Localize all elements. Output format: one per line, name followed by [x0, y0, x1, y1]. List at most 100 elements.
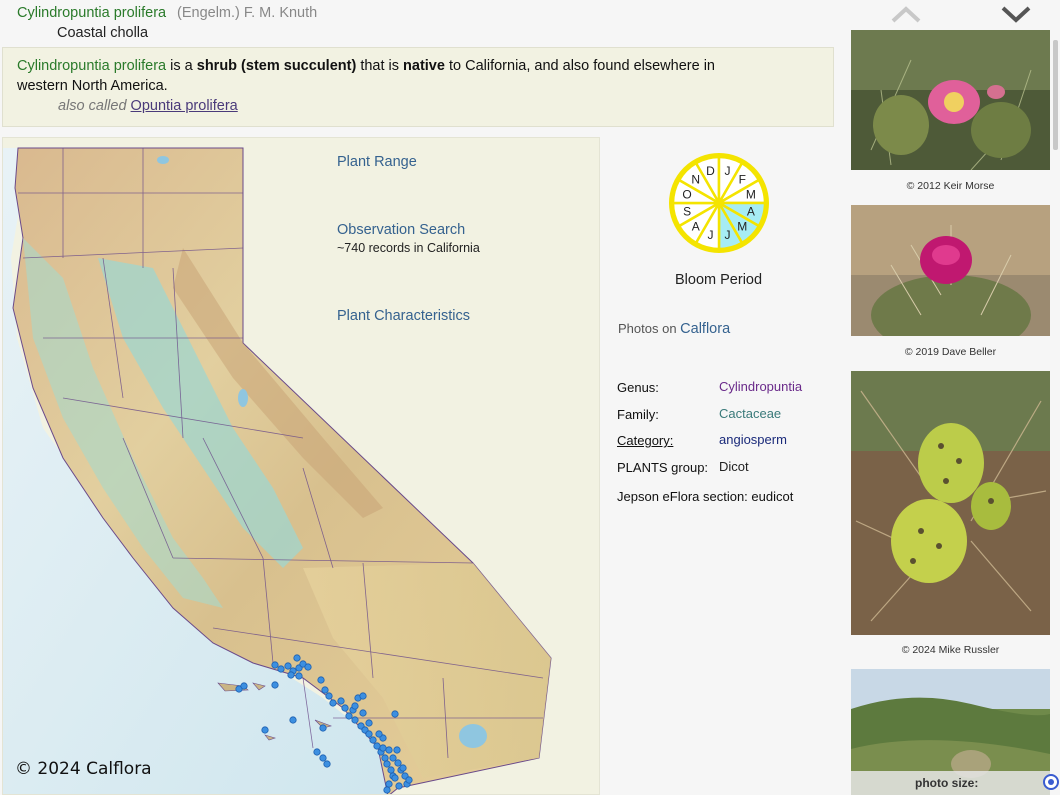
observation-dot[interactable]	[284, 662, 292, 670]
salton-sea	[459, 724, 487, 748]
photos-on-line: Photos on Calflora	[618, 321, 730, 337]
genus-link[interactable]: Cylindropuntia	[719, 379, 802, 394]
category-link[interactable]: angiosperm	[719, 432, 787, 447]
synonym-link[interactable]: Opuntia prolifera	[131, 98, 238, 114]
observation-dot[interactable]	[240, 682, 248, 690]
observation-dot[interactable]	[293, 654, 301, 662]
observation-dot[interactable]	[359, 709, 367, 717]
observation-dot[interactable]	[385, 746, 393, 754]
category-label[interactable]: Category:	[617, 433, 673, 448]
bloom-month-label: M	[746, 188, 756, 202]
observation-search-link[interactable]: Observation Search	[337, 222, 465, 238]
observation-dot[interactable]	[389, 754, 397, 762]
observation-dot[interactable]	[323, 760, 331, 768]
observation-dot[interactable]	[287, 671, 295, 679]
observation-dot[interactable]	[405, 776, 413, 784]
observation-dot[interactable]	[381, 754, 389, 762]
plants-group-label: PLANTS group:	[617, 460, 709, 475]
observation-dot[interactable]	[391, 710, 399, 718]
common-name: Coastal cholla	[57, 25, 149, 41]
photo-1[interactable]	[851, 30, 1050, 170]
observation-dot[interactable]	[337, 697, 345, 705]
photo-size-radio[interactable]	[1043, 774, 1059, 790]
photo-1-credit: © 2012 Keir Morse	[906, 180, 995, 192]
summary-status: native	[403, 58, 445, 74]
observation-dot[interactable]	[391, 774, 399, 782]
bloom-month-label: M	[737, 219, 747, 233]
bloom-month-label: S	[683, 205, 691, 219]
observation-dot[interactable]	[395, 782, 403, 790]
family-label: Family:	[617, 407, 659, 422]
lake-tahoe	[238, 389, 248, 407]
observation-dot[interactable]	[313, 748, 321, 756]
bloom-month-label: J	[725, 164, 731, 178]
authority: (Engelm.) F. M. Knuth	[177, 5, 318, 21]
jepson-value: eudicot	[751, 489, 794, 504]
observation-dot[interactable]	[319, 754, 327, 762]
photo-2-credit: © 2019 Dave Beller	[904, 346, 997, 358]
photo-3-credit: © 2024 Mike Russler	[901, 644, 1000, 656]
observation-dot[interactable]	[289, 716, 297, 724]
california-map[interactable]: Plant Range Observation Search Plant Cha…	[3, 138, 600, 795]
observation-dot[interactable]	[393, 746, 401, 754]
lake-north	[157, 156, 169, 164]
plant-range-link[interactable]: Plant Range	[337, 154, 417, 170]
observation-dot[interactable]	[261, 726, 269, 734]
bloom-month-label: F	[739, 173, 746, 187]
observation-dot[interactable]	[341, 704, 349, 712]
observation-dot[interactable]	[359, 692, 367, 700]
observation-dot[interactable]	[394, 759, 402, 767]
scrollbar[interactable]	[1053, 40, 1058, 150]
chevron-down-icon[interactable]	[1000, 4, 1032, 24]
observation-dot[interactable]	[383, 786, 391, 794]
observation-dot[interactable]	[387, 766, 395, 774]
genus-label: Genus:	[617, 380, 659, 395]
observation-dot[interactable]	[369, 736, 377, 744]
observation-dot[interactable]	[277, 665, 285, 673]
scientific-name[interactable]: Cylindropuntia prolifera	[17, 5, 166, 21]
photo-size-label: photo size:	[915, 776, 979, 790]
observation-dot[interactable]	[375, 730, 383, 738]
observation-dot[interactable]	[325, 692, 333, 700]
map-copyright: © 2024 Calflora	[15, 759, 152, 779]
observation-dot[interactable]	[383, 760, 391, 768]
calflora-photos-link[interactable]: Calflora	[680, 321, 730, 337]
observation-dot[interactable]	[271, 681, 279, 689]
plant-characteristics-link[interactable]: Plant Characteristics	[337, 308, 470, 324]
observation-dot[interactable]	[351, 716, 359, 724]
observation-dot[interactable]	[329, 699, 337, 707]
observation-dot[interactable]	[321, 686, 329, 694]
bloom-month-label: D	[706, 164, 715, 178]
bloom-month-label: J	[708, 228, 714, 242]
photos-on-label: Photos on	[618, 321, 677, 336]
bloom-month-label: A	[747, 205, 755, 219]
observation-dot[interactable]	[373, 742, 381, 750]
observation-dot[interactable]	[345, 712, 353, 720]
family-link[interactable]: Cactaceae	[719, 406, 781, 421]
also-called-line: also called Opuntia prolifera	[58, 98, 238, 114]
summary-text: Cylindropuntia prolifera is a shrub (ste…	[17, 56, 747, 96]
photo-3[interactable]	[851, 371, 1050, 635]
observation-dot[interactable]	[317, 676, 325, 684]
observation-dot[interactable]	[295, 672, 303, 680]
summary-that-is: that is	[360, 58, 399, 74]
jepson-line: Jepson eFlora section: eudicot	[617, 489, 793, 504]
observation-dot[interactable]	[399, 764, 407, 772]
bloom-month-label: N	[691, 173, 700, 187]
observation-dot[interactable]	[271, 661, 279, 669]
observation-dot[interactable]	[319, 724, 327, 732]
observation-count: ~740 records in California	[337, 241, 480, 255]
observation-dot[interactable]	[365, 719, 373, 727]
observation-dot[interactable]	[385, 780, 393, 788]
bloom-month-label: O	[682, 188, 691, 202]
chevron-up-icon[interactable]	[890, 4, 922, 24]
observation-dot[interactable]	[351, 702, 359, 710]
observation-dot[interactable]	[365, 730, 373, 738]
observation-dot[interactable]	[379, 744, 387, 752]
bloom-period-wheel: D JFMAMJJASON	[669, 153, 769, 253]
observation-dot[interactable]	[304, 663, 312, 671]
photo-size-bar: photo size:	[851, 771, 1059, 795]
photo-2[interactable]	[851, 205, 1050, 336]
summary-box: Cylindropuntia prolifera is a shrub (ste…	[2, 47, 834, 127]
jepson-label: Jepson eFlora section:	[617, 489, 748, 504]
